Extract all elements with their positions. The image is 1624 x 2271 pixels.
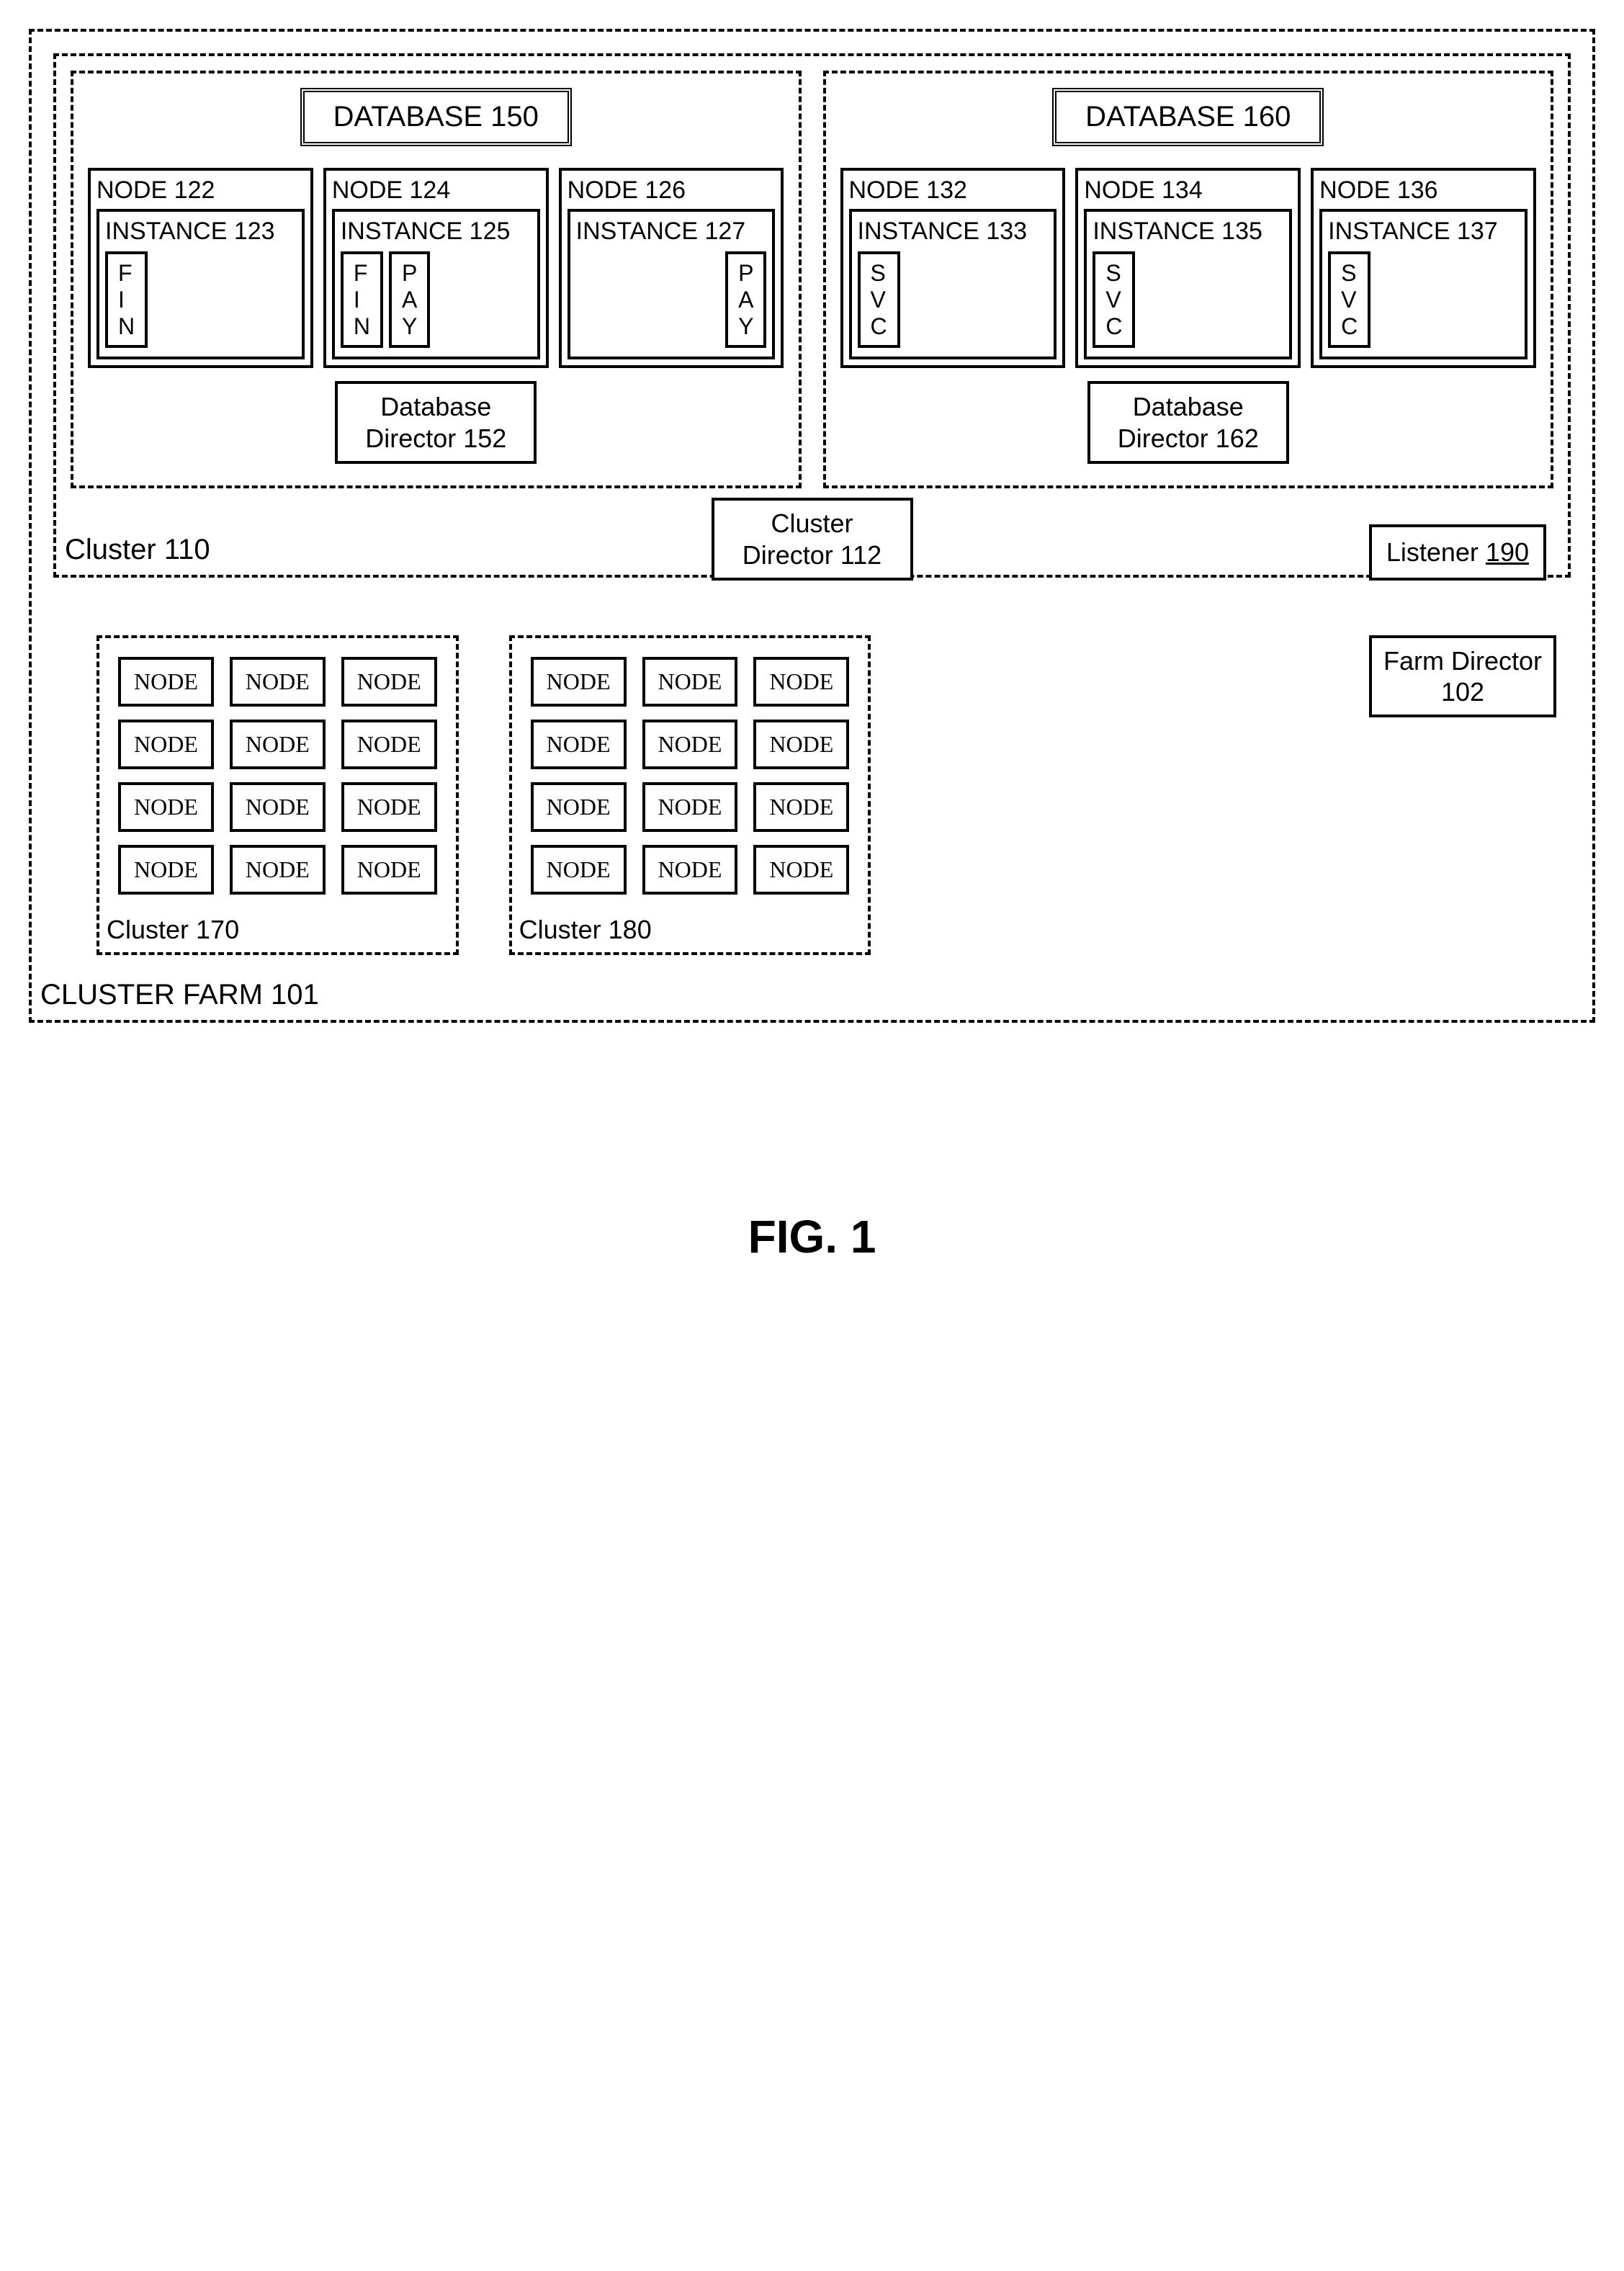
mini-node: NODE xyxy=(753,782,849,832)
mini-node: NODE xyxy=(118,845,214,895)
listener-text: Listener xyxy=(1386,537,1486,567)
mini-node: NODE xyxy=(341,720,437,769)
mini-node: NODE xyxy=(753,845,849,895)
cluster-180-label: Cluster 180 xyxy=(519,915,652,945)
database-150-title: DATABASE 150 xyxy=(300,88,572,146)
node-136: NODE 136 INSTANCE 137 S V C xyxy=(1311,168,1536,368)
mini-node: NODE xyxy=(230,657,326,707)
mini-node: NODE xyxy=(531,720,627,769)
cluster-180-grid: NODE NODE NODE NODE NODE NODE NODE NODE NODE NODE… xyxy=(531,657,850,895)
cluster-farm-box: DATABASE 150 NODE 122 INSTANCE 123 F I N xyxy=(29,29,1595,1023)
service-fin: F I N xyxy=(341,251,383,348)
db160-nodes-row: NODE 132 INSTANCE 133 S V C NODE 134 xyxy=(840,168,1537,368)
mini-node: NODE xyxy=(341,782,437,832)
mini-node: NODE xyxy=(531,657,627,707)
node-124-services: F I N P A Y xyxy=(341,251,531,348)
mini-node: NODE xyxy=(753,720,849,769)
lower-clusters-row: NODE NODE NODE NODE NODE NODE NODE NODE NODE NODE… xyxy=(53,635,1571,955)
instance-127: INSTANCE 127 P A Y xyxy=(567,209,776,359)
node-126-services: P A Y xyxy=(576,251,767,348)
instance-123-label: INSTANCE 123 xyxy=(105,218,296,246)
service-svc: S V C xyxy=(858,251,900,348)
node-134: NODE 134 INSTANCE 135 S V C xyxy=(1075,168,1301,368)
cluster-170-label: Cluster 170 xyxy=(107,915,239,945)
mini-node: NODE xyxy=(118,782,214,832)
mini-node: NODE xyxy=(642,782,738,832)
database-director-162: Database Director 162 xyxy=(1087,381,1289,463)
mini-node: NODE xyxy=(531,782,627,832)
instance-137: INSTANCE 137 S V C xyxy=(1319,209,1527,359)
cluster-110-label: Cluster 110 xyxy=(65,534,210,566)
instance-137-label: INSTANCE 137 xyxy=(1328,218,1519,246)
node-126: NODE 126 INSTANCE 127 P A Y xyxy=(559,168,784,368)
instance-135: INSTANCE 135 S V C xyxy=(1084,209,1292,359)
node-122: NODE 122 INSTANCE 123 F I N xyxy=(88,168,313,368)
cluster-170-grid: NODE NODE NODE NODE NODE NODE NODE NODE NODE NODE… xyxy=(118,657,437,895)
instance-125-label: INSTANCE 125 xyxy=(341,218,531,246)
instance-127-label: INSTANCE 127 xyxy=(576,218,767,246)
node-134-label: NODE 134 xyxy=(1084,176,1292,205)
mini-node: NODE xyxy=(642,720,738,769)
cluster-180-box: NODE NODE NODE NODE NODE NODE NODE NODE NODE NODE… xyxy=(509,635,871,955)
node-126-label: NODE 126 xyxy=(567,176,776,205)
service-svc: S V C xyxy=(1093,251,1135,348)
mini-node: NODE xyxy=(230,845,326,895)
node-132-label: NODE 132 xyxy=(849,176,1057,205)
node-132-services: S V C xyxy=(858,251,1049,348)
database-160-box: DATABASE 160 NODE 132 INSTANCE 133 S V C xyxy=(823,71,1554,488)
node-136-label: NODE 136 xyxy=(1319,176,1527,205)
node-132: NODE 132 INSTANCE 133 S V C xyxy=(840,168,1066,368)
node-124-label: NODE 124 xyxy=(332,176,540,205)
cluster-farm-label: CLUSTER FARM 101 xyxy=(40,979,319,1011)
service-svc: S V C xyxy=(1328,251,1370,348)
cluster-110-box: DATABASE 150 NODE 122 INSTANCE 123 F I N xyxy=(53,53,1571,578)
node-124: NODE 124 INSTANCE 125 F I N P A Y xyxy=(323,168,549,368)
mini-node: NODE xyxy=(118,720,214,769)
cluster-director-112: Cluster Director 112 xyxy=(712,498,913,580)
farm-director-102: Farm Director 102 xyxy=(1369,635,1556,717)
database-160-title: DATABASE 160 xyxy=(1052,88,1324,146)
service-pay: P A Y xyxy=(725,251,766,348)
instance-135-label: INSTANCE 135 xyxy=(1093,218,1283,246)
figure-caption: FIG. 1 xyxy=(29,1210,1595,1263)
database-150-box: DATABASE 150 NODE 122 INSTANCE 123 F I N xyxy=(71,71,802,488)
mini-node: NODE xyxy=(642,845,738,895)
instance-123: INSTANCE 123 F I N xyxy=(97,209,305,359)
mini-node: NODE xyxy=(341,845,437,895)
db150-nodes-row: NODE 122 INSTANCE 123 F I N NODE 124 xyxy=(88,168,784,368)
cluster-170-box: NODE NODE NODE NODE NODE NODE NODE NODE NODE NODE… xyxy=(97,635,459,955)
mini-node: NODE xyxy=(230,720,326,769)
database-row: DATABASE 150 NODE 122 INSTANCE 123 F I N xyxy=(71,71,1553,488)
listener-number: 190 xyxy=(1486,537,1529,567)
node-136-services: S V C xyxy=(1328,251,1519,348)
mini-node: NODE xyxy=(118,657,214,707)
listener-190: Listener 190 xyxy=(1369,524,1546,581)
node-122-services: F I N xyxy=(105,251,296,348)
mini-node: NODE xyxy=(531,845,627,895)
mini-node: NODE xyxy=(753,657,849,707)
mini-node: NODE xyxy=(341,657,437,707)
instance-125: INSTANCE 125 F I N P A Y xyxy=(332,209,540,359)
node-122-label: NODE 122 xyxy=(97,176,305,205)
database-director-152: Database Director 152 xyxy=(335,381,537,463)
service-fin: F I N xyxy=(105,251,148,348)
node-134-services: S V C xyxy=(1093,251,1283,348)
service-pay: P A Y xyxy=(389,251,430,348)
instance-133-label: INSTANCE 133 xyxy=(858,218,1049,246)
instance-133: INSTANCE 133 S V C xyxy=(849,209,1057,359)
mini-node: NODE xyxy=(230,782,326,832)
mini-node: NODE xyxy=(642,657,738,707)
